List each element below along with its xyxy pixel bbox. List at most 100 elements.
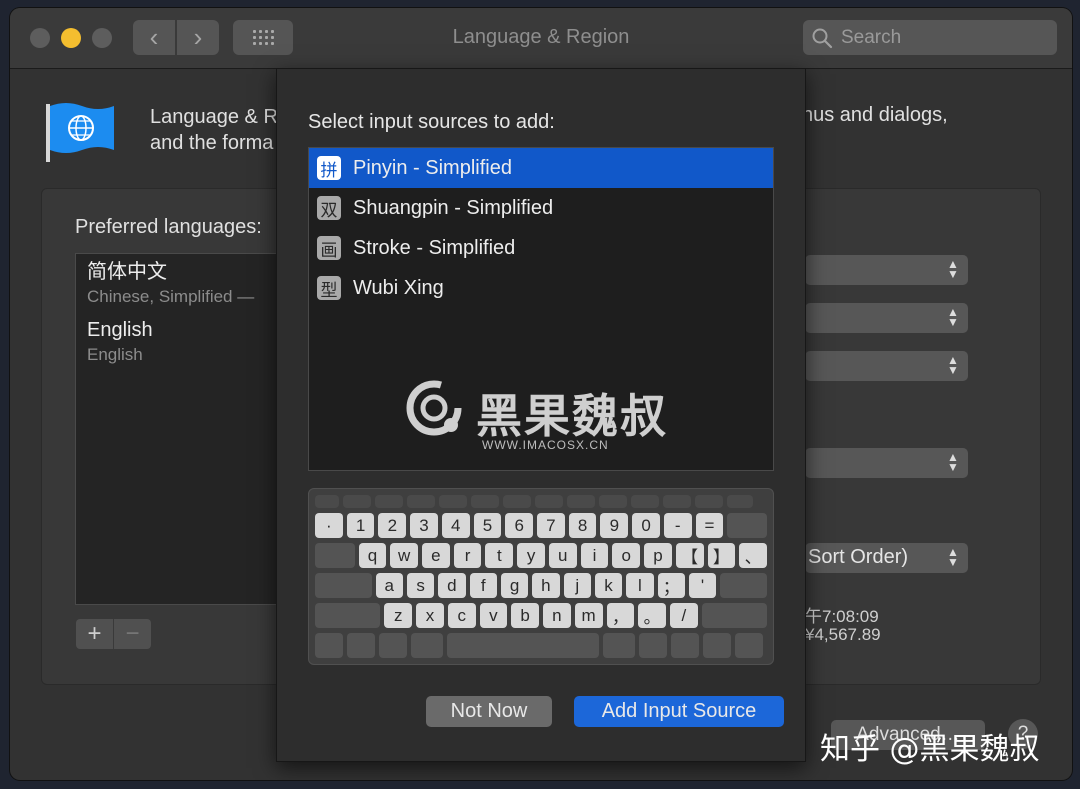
- keyboard-key: c: [447, 603, 476, 628]
- keyboard-key: 1: [346, 513, 375, 538]
- list-sort-order-popup[interactable]: Sort Order) ▲ ▼: [805, 543, 968, 573]
- language-name: English: [87, 319, 153, 341]
- preferred-languages-label: Preferred languages:: [75, 216, 262, 238]
- remove-language-button[interactable]: −: [113, 619, 151, 649]
- keyboard-key: t: [485, 543, 514, 568]
- description-line1: Language & R: [150, 106, 278, 128]
- keyboard-key: 。: [638, 603, 666, 628]
- input-source-name: Shuangpin - Simplified: [353, 196, 554, 219]
- watermark: 黑果魏叔 WWW.IMACOSX.CN: [404, 378, 694, 458]
- watermark-url: WWW.IMACOSX.CN: [482, 438, 609, 452]
- keyboard-key: l: [626, 573, 654, 598]
- wubi-icon: 型: [317, 276, 341, 301]
- keyboard-key: 6: [505, 513, 534, 538]
- keyboard-key: r: [453, 543, 482, 568]
- search-placeholder: Search: [841, 26, 902, 48]
- stroke-icon: 画: [317, 236, 341, 261]
- keyboard-key: q: [358, 543, 387, 568]
- input-source-name: Stroke - Simplified: [353, 236, 516, 259]
- keyboard-key: 0: [632, 513, 660, 538]
- calendar-popup[interactable]: ▲ ▼: [805, 351, 968, 381]
- input-source-list[interactable]: 拼 Pinyin - Simplified 双 Shuangpin - Simp…: [308, 147, 774, 471]
- shuangpin-icon: 双: [317, 196, 341, 221]
- keyboard-key: ·: [315, 513, 343, 538]
- add-input-source-button[interactable]: Add Input Source: [574, 696, 784, 727]
- keyboard-key: 2: [378, 513, 407, 538]
- add-input-source-sheet: Select input sources to add: 拼 Pinyin - …: [276, 68, 806, 762]
- title-bar: ‹ › Language & Region Search: [10, 8, 1072, 69]
- first-day-popup[interactable]: ▲ ▼: [805, 303, 968, 333]
- keyboard-key: 【: [675, 543, 704, 568]
- keyboard-key: v: [479, 603, 508, 628]
- space-key-row: [315, 633, 767, 658]
- list-item[interactable]: 拼 Pinyin - Simplified: [309, 148, 773, 188]
- keyboard-key: 7: [537, 513, 565, 538]
- sort-order-label: Sort Order): [808, 546, 909, 568]
- function-key-row: [315, 495, 767, 508]
- keyboard-key: a: [375, 573, 403, 598]
- language-subtitle: Chinese, Simplified —: [87, 287, 255, 306]
- watermark-logo-icon: [406, 380, 462, 436]
- keyboard-key: o: [612, 543, 641, 568]
- language-name: 简体中文: [87, 261, 167, 283]
- keyboard-key: 】: [707, 543, 736, 568]
- keyboard-key: 8: [568, 513, 597, 538]
- list-item[interactable]: 型 Wubi Xing: [309, 268, 773, 308]
- keyboard-key: j: [563, 573, 591, 598]
- up-down-arrows-icon: ▲ ▼: [947, 305, 959, 329]
- keyboard-key: 、: [739, 543, 767, 568]
- description-right: nus and dialogs,: [802, 104, 948, 126]
- keyboard-key: f: [469, 573, 497, 598]
- keyboard-key: b: [511, 603, 540, 628]
- keyboard-key: 5: [473, 513, 502, 538]
- keyboard-key: p: [644, 543, 672, 568]
- add-remove-control: + −: [76, 619, 151, 649]
- keyboard-key: g: [500, 573, 529, 598]
- keyboard-key: u: [548, 543, 577, 568]
- number-sample: ¥4,567.89: [805, 625, 881, 644]
- top-letter-key-row: q w e r t y u i o p 【】、: [315, 543, 767, 568]
- list-item[interactable]: 画 Stroke - Simplified: [309, 228, 773, 268]
- number-key-row: · 1 2 3 4 5 6 7 8 9 0- =: [315, 513, 767, 538]
- keyboard-key: m: [574, 603, 603, 628]
- up-down-arrows-icon: ▲ ▼: [947, 450, 959, 474]
- keyboard-key: 3: [410, 513, 438, 538]
- language-subtitle: English: [87, 345, 143, 364]
- language-region-flag-icon: [46, 103, 114, 162]
- keyboard-key: ，: [606, 603, 635, 628]
- input-source-name: Wubi Xing: [353, 276, 444, 299]
- home-letter-key-row: a s d f g h j k l； ': [315, 573, 768, 598]
- up-down-arrows-icon: ▲ ▼: [947, 353, 959, 377]
- list-item[interactable]: 双 Shuangpin - Simplified: [309, 188, 773, 228]
- search-field[interactable]: Search: [803, 20, 1057, 55]
- keyboard-key: ；: [657, 573, 685, 598]
- bottom-letter-key-row: z x c v b n m，。 /: [315, 603, 768, 628]
- keyboard-key: ': [688, 573, 717, 598]
- region-popup[interactable]: ▲ ▼: [805, 255, 968, 285]
- pinyin-icon: 拼: [317, 156, 341, 181]
- preferences-window: ‹ › Language & Region Search Language & …: [10, 8, 1072, 780]
- keyboard-key: /: [669, 603, 698, 628]
- keyboard-key: e: [422, 543, 450, 568]
- sheet-title: Select input sources to add:: [308, 111, 555, 133]
- keyboard-preview: · 1 2 3 4 5 6 7 8 9 0- = q w e r t y u i o p 【】、 a s d f g h j k l； ' …: [308, 488, 774, 665]
- keyboard-key: x: [416, 603, 444, 628]
- keyboard-key: n: [543, 603, 571, 628]
- keyboard-key: s: [406, 573, 435, 598]
- keyboard-key: k: [594, 573, 623, 598]
- keyboard-key: h: [532, 573, 560, 598]
- keyboard-key: y: [517, 543, 545, 568]
- watermark-text: 黑果魏叔: [476, 389, 668, 443]
- keyboard-key: i: [580, 543, 609, 568]
- keyboard-key: 4: [441, 513, 470, 538]
- up-down-arrows-icon: ▲ ▼: [947, 257, 959, 281]
- keyboard-key: -: [663, 513, 692, 538]
- not-now-button[interactable]: Not Now: [426, 696, 552, 727]
- input-source-name: Pinyin - Simplified: [353, 156, 512, 179]
- keyboard-key: d: [438, 573, 466, 598]
- temperature-popup[interactable]: ▲ ▼: [805, 448, 968, 478]
- add-language-button[interactable]: +: [76, 619, 113, 649]
- up-down-arrows-icon: ▲ ▼: [947, 545, 959, 569]
- keyboard-key: w: [390, 543, 419, 568]
- search-icon: [812, 28, 833, 48]
